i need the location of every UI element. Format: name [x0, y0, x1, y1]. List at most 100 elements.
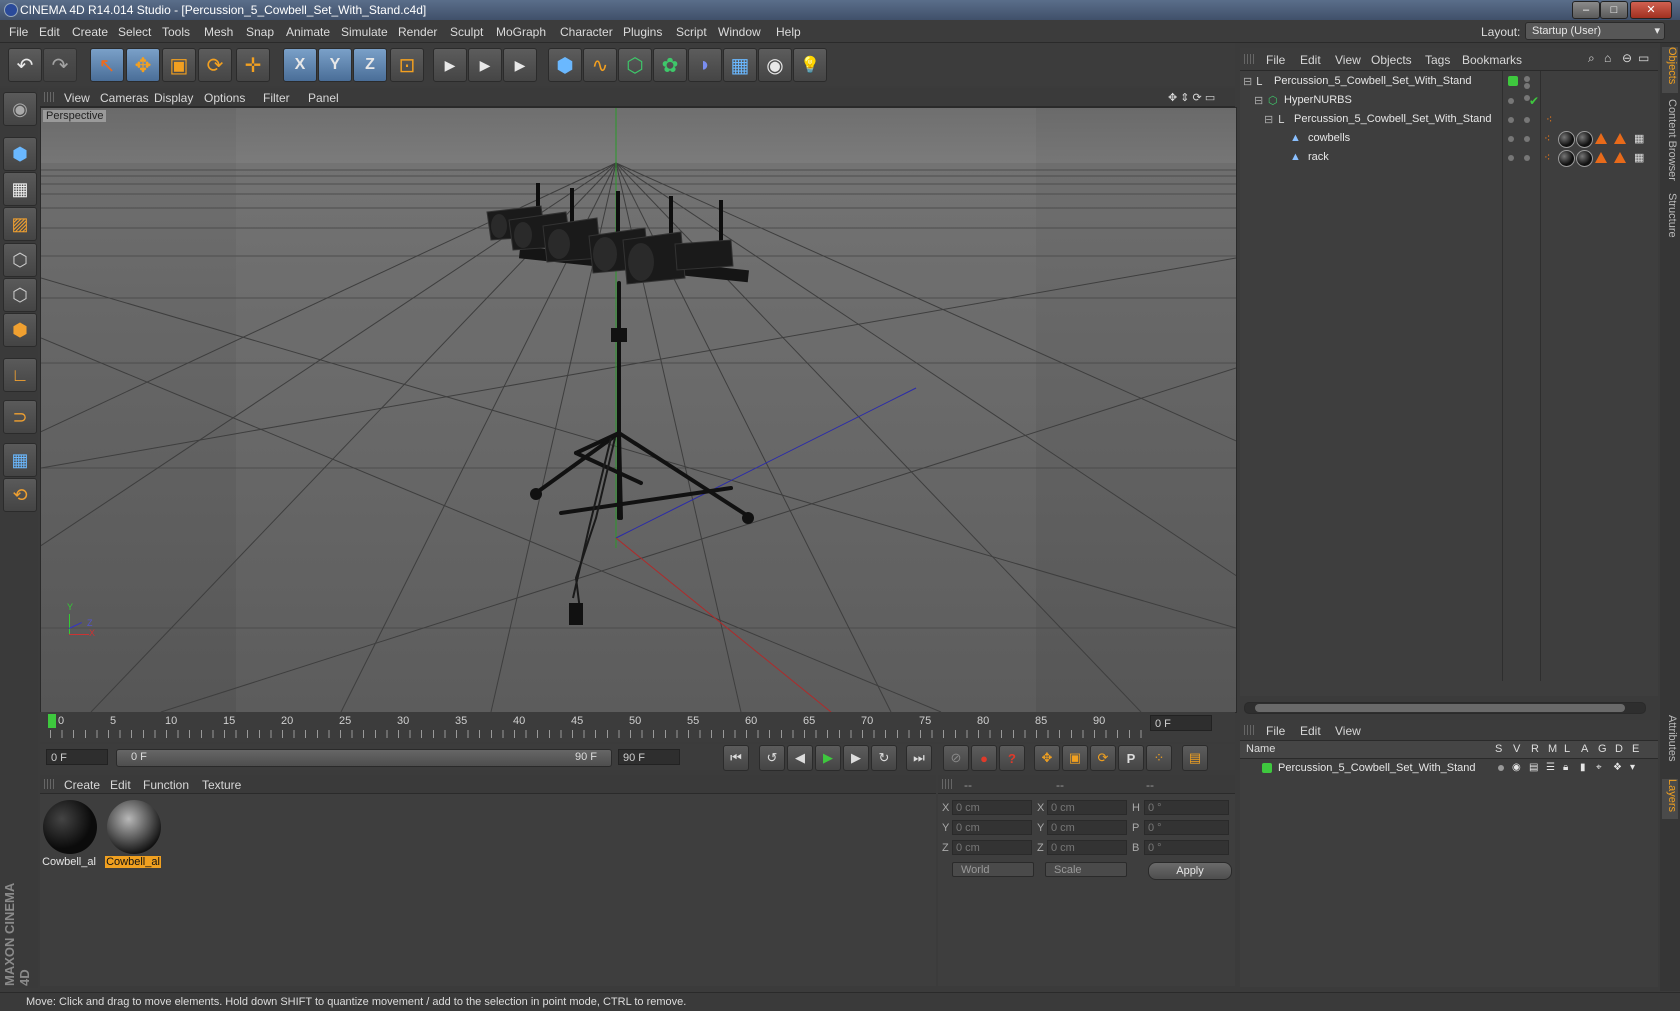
layer-col-generators[interactable]: G: [1598, 743, 1607, 755]
playhead-marker[interactable]: [48, 714, 56, 728]
checkmark-icon[interactable]: ✔: [1529, 94, 1539, 108]
redo-button[interactable]: ↷: [43, 48, 77, 82]
coordinate-system-button[interactable]: ⊡: [390, 48, 424, 82]
object-name[interactable]: Percussion_5_Cowbell_Set_With_Stand: [1274, 75, 1472, 87]
menu-mograph[interactable]: MoGraph: [496, 25, 546, 39]
magnet-icon[interactable]: ⊃: [3, 400, 37, 434]
object-menu-view[interactable]: View: [1335, 53, 1361, 67]
nurbs-button[interactable]: ⬡: [618, 48, 652, 82]
phong-tag-icon[interactable]: ⁖: [1544, 151, 1550, 164]
eye-icon[interactable]: ◉: [1512, 762, 1521, 773]
3d-viewport[interactable]: Perspective Y X Z: [40, 107, 1237, 713]
menu-tools[interactable]: Tools: [162, 25, 190, 39]
layer-col-view[interactable]: V: [1513, 743, 1520, 755]
collapse-icon[interactable]: ⊟: [1254, 94, 1263, 107]
layer-color-swatch[interactable]: [1262, 763, 1272, 773]
menu-plugins[interactable]: Plugins: [623, 25, 662, 39]
frame-range-slider[interactable]: 0 F 90 F: [116, 749, 612, 767]
viewport-nav-icons[interactable]: ✥ ⇕ ⟳ ▭: [1168, 91, 1215, 104]
tab-structure[interactable]: Structure: [1662, 193, 1678, 247]
viewport-menu-display[interactable]: Display: [154, 91, 193, 105]
cube-object-button[interactable]: ⬢: [548, 48, 582, 82]
render-icon[interactable]: ▤: [1529, 762, 1538, 773]
prev-keyframe-button[interactable]: ↺: [759, 745, 785, 771]
add-tool-button[interactable]: ✛: [236, 48, 270, 82]
tab-attributes[interactable]: Attributes: [1662, 715, 1678, 773]
make-editable-button[interactable]: ◉: [3, 92, 37, 126]
render-view-button[interactable]: ▶: [433, 48, 467, 82]
timeline-ruler[interactable]: 0 5 10 15 20 25 30 35 40 45 50 55 60 65 …: [40, 712, 1235, 742]
play-button[interactable]: ▶: [815, 745, 841, 771]
menu-window[interactable]: Window: [718, 25, 761, 39]
viewport-menu-options[interactable]: Options: [204, 91, 245, 105]
layer-col-name[interactable]: Name: [1246, 743, 1275, 755]
start-frame-field[interactable]: 0 F: [46, 749, 108, 765]
key-parameter-button[interactable]: P: [1118, 745, 1144, 771]
menu-mesh[interactable]: Mesh: [204, 25, 233, 39]
layer-col-animation[interactable]: A: [1581, 743, 1588, 755]
home-icon[interactable]: ⌂: [1604, 51, 1611, 65]
go-to-end-button[interactable]: ⏭: [906, 745, 932, 771]
tab-content-browser[interactable]: Content Browser: [1662, 99, 1678, 187]
material-tag-icon[interactable]: [1558, 131, 1575, 148]
deformer-button[interactable]: ◗: [688, 48, 722, 82]
spline-button[interactable]: ∿: [583, 48, 617, 82]
position-z-field[interactable]: 0 cm: [952, 840, 1032, 855]
uvw-tag-icon[interactable]: [1595, 133, 1607, 144]
object-name[interactable]: cowbells: [1308, 132, 1350, 144]
tree-row[interactable]: ⊟ ᒪ Percussion_5_Cowbell_Set_With_Stand …: [1240, 110, 1658, 129]
menu-script[interactable]: Script: [676, 25, 707, 39]
menu-snap[interactable]: Snap: [246, 25, 274, 39]
object-menu-objects[interactable]: Objects: [1371, 53, 1412, 67]
lock-icon[interactable]: 🔒︎: [1563, 762, 1568, 773]
size-z-field[interactable]: 0 cm: [1047, 840, 1127, 855]
object-menu-edit[interactable]: Edit: [1300, 53, 1321, 67]
layer-col-deformers[interactable]: D: [1615, 743, 1623, 755]
render-settings-button[interactable]: ▶: [503, 48, 537, 82]
size-x-field[interactable]: 0 cm: [1047, 800, 1127, 815]
render-dot[interactable]: [1524, 83, 1530, 89]
position-x-field[interactable]: 0 cm: [952, 800, 1032, 815]
uvw-tag-icon[interactable]: [1595, 152, 1607, 163]
menu-animate[interactable]: Animate: [286, 25, 330, 39]
menu-help[interactable]: Help: [776, 25, 801, 39]
help-button[interactable]: ?: [999, 745, 1025, 771]
render-picture-viewer-button[interactable]: ▶: [468, 48, 502, 82]
close-button[interactable]: ✕: [1630, 1, 1672, 19]
object-name[interactable]: rack: [1308, 151, 1329, 163]
uvw-tag-icon[interactable]: [1614, 133, 1626, 144]
layer-col-locked[interactable]: L: [1564, 743, 1570, 755]
layer-name[interactable]: Percussion_5_Cowbell_Set_With_Stand: [1278, 762, 1476, 774]
current-frame-field[interactable]: 0 F: [1150, 715, 1212, 731]
deformer-icon[interactable]: ❖: [1613, 762, 1622, 773]
scrollbar-thumb[interactable]: [1255, 704, 1625, 712]
tab-objects[interactable]: Objects: [1662, 47, 1678, 93]
key-pla-button[interactable]: ⁘: [1146, 745, 1172, 771]
panel-expand-icon[interactable]: ▭: [1638, 51, 1649, 65]
material-tag-icon[interactable]: [1558, 150, 1575, 167]
snap-button[interactable]: ⟲: [3, 478, 37, 512]
minimize-button[interactable]: –: [1572, 1, 1600, 19]
maximize-button[interactable]: □: [1600, 1, 1628, 19]
texture-mode-button[interactable]: ▦: [3, 172, 37, 206]
material-menu-create[interactable]: Create: [64, 778, 100, 792]
tab-layers[interactable]: Layers: [1662, 779, 1678, 819]
object-name[interactable]: Percussion_5_Cowbell_Set_With_Stand: [1294, 113, 1492, 125]
edges-mode-button[interactable]: ⬡: [3, 278, 37, 312]
timeline-window-button[interactable]: ▤: [1182, 745, 1208, 771]
floor-object-button[interactable]: ▦: [723, 48, 757, 82]
film-icon[interactable]: ▮: [1580, 762, 1586, 773]
tree-row[interactable]: ⊟ ᒪ Percussion_5_Cowbell_Set_With_Stand: [1240, 72, 1658, 91]
solo-dot[interactable]: [1498, 765, 1504, 771]
texture-tag-icon[interactable]: ▦: [1634, 132, 1644, 145]
camera-button[interactable]: ◉: [758, 48, 792, 82]
layout-dropdown[interactable]: Startup (User) ▾: [1525, 22, 1665, 40]
tag-icon[interactable]: ⁖: [1546, 113, 1552, 126]
object-name[interactable]: HyperNURBS: [1284, 94, 1352, 106]
layer-menu-file[interactable]: File: [1266, 724, 1285, 738]
rotation-p-field[interactable]: 0 °: [1144, 820, 1229, 835]
layer-col-expressions[interactable]: E: [1632, 743, 1639, 755]
texture-tag-icon[interactable]: ▦: [1634, 151, 1644, 164]
visibility-dot[interactable]: [1508, 117, 1514, 123]
tree-row[interactable]: ▲ cowbells ⁖ ▦: [1240, 129, 1658, 148]
